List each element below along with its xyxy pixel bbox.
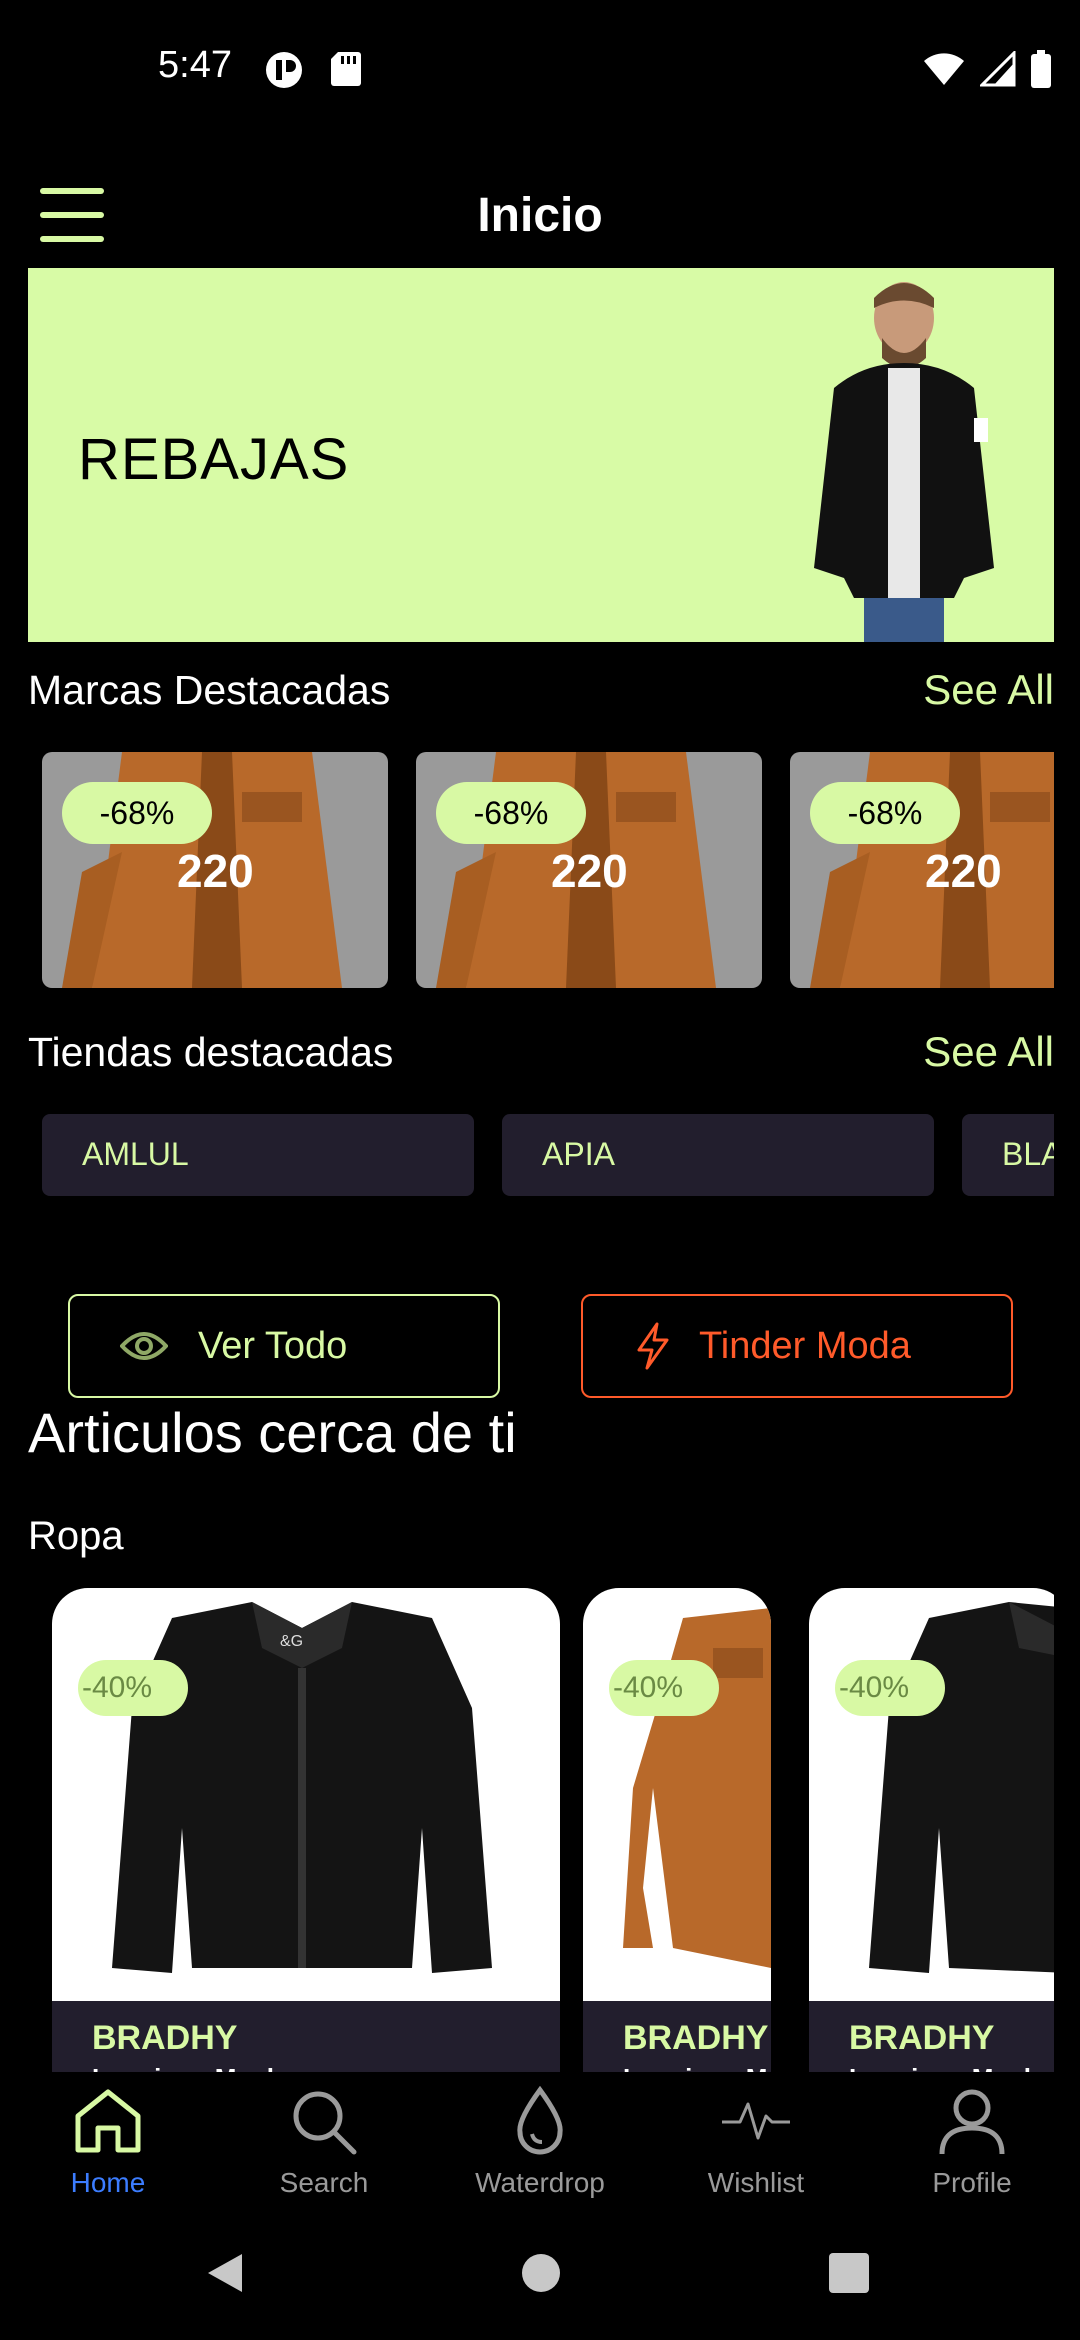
stores-see-all-link[interactable]: See All: [923, 1028, 1054, 1076]
home-circle-icon[interactable]: [520, 2252, 562, 2294]
brands-carousel[interactable]: -68% 220 -68% 220 -68% 220: [28, 752, 1054, 990]
discount-badge: -40%: [609, 1660, 719, 1716]
product-card[interactable]: -40% BRADHY Leggings Mocha: [809, 1588, 1054, 2072]
product-brand: BRADHY: [849, 2019, 995, 2057]
products-carousel[interactable]: &G -40% BRADHY Leggings Mocha -40% BRADH…: [28, 1588, 1054, 2072]
nearby-section-title: Articulos cerca de ti: [28, 1401, 517, 1464]
price-label: 220: [177, 845, 254, 897]
nav-wishlist-label: Wishlist: [707, 2167, 805, 2198]
stores-section-title: Tiendas destacadas: [28, 1028, 394, 1075]
product-name: Leggings Mocha: [92, 2063, 297, 2072]
category-title: Ropa: [28, 1514, 124, 1558]
svg-text:&G: &G: [280, 1633, 303, 1650]
search-icon: [293, 2091, 357, 2155]
store-chip[interactable]: APIA: [502, 1114, 934, 1196]
brands-section-header: Marcas Destacadas See All: [28, 666, 1054, 714]
nav-profile-label: Profile: [932, 2167, 1012, 2198]
nav-search-label: Search: [279, 2167, 369, 2198]
view-all-label: Ver Todo: [198, 1324, 348, 1367]
product-brand: BRADHY: [623, 2019, 769, 2057]
product-info: BRADHY Leggings Mocha: [809, 2001, 1054, 2072]
store-name: BLA: [1002, 1136, 1054, 1172]
system-navigation-bar: [0, 2220, 1080, 2340]
status-icons: [922, 50, 1052, 88]
price-label: 220: [551, 845, 628, 897]
profile-icon: [939, 2089, 1005, 2155]
stores-section-header: Tiendas destacadas See All: [28, 1028, 1054, 1076]
sd-card-icon: [331, 52, 361, 86]
brand-card[interactable]: -68% 220: [42, 752, 388, 988]
nav-home-label: Home: [70, 2167, 146, 2198]
store-name: APIA: [542, 1136, 615, 1172]
nav-search[interactable]: Search: [224, 2086, 424, 2199]
nav-wishlist[interactable]: Wishlist: [656, 2086, 856, 2199]
notification-app-icon: [266, 52, 302, 88]
store-chip[interactable]: AMLUL: [42, 1114, 474, 1196]
product-image: &G: [112, 1602, 492, 1973]
product-card[interactable]: -40% BRADHY Leggings M: [583, 1588, 771, 2072]
product-info: BRADHY Leggings Mocha: [52, 2001, 560, 2072]
product-card[interactable]: &G -40% BRADHY Leggings Mocha: [52, 1588, 560, 2072]
discount-badge: -68%: [810, 782, 960, 844]
status-time: 5:47: [158, 44, 232, 86]
stores-carousel[interactable]: AMLUL APIA BLA: [28, 1114, 1054, 1198]
nav-waterdrop[interactable]: Waterdrop: [440, 2085, 640, 2199]
app-bar: Inicio: [0, 170, 1080, 262]
brands-see-all-link[interactable]: See All: [923, 666, 1054, 714]
price-label: 220: [925, 845, 1002, 897]
product-name: Leggings Mocha: [849, 2063, 1054, 2072]
lightning-icon: [637, 1322, 669, 1370]
view-all-button[interactable]: Ver Todo: [68, 1294, 500, 1398]
product-brand: BRADHY: [92, 2019, 238, 2057]
brand-card[interactable]: -68% 220: [790, 752, 1054, 988]
store-name: AMLUL: [82, 1136, 189, 1172]
nav-home[interactable]: Home: [8, 2086, 208, 2199]
tinder-moda-button[interactable]: Tinder Moda: [581, 1294, 1013, 1398]
product-info: BRADHY Leggings M: [583, 2001, 771, 2072]
wifi-icon: [924, 53, 964, 85]
store-chip[interactable]: BLA: [962, 1114, 1054, 1196]
discount-badge: -68%: [62, 782, 212, 844]
bottom-navigation: Home Search Waterdrop Wishlist Profile: [0, 2072, 1080, 2220]
home-icon: [75, 2089, 141, 2153]
nav-waterdrop-label: Waterdrop: [475, 2167, 605, 2198]
discount-badge: -40%: [78, 1660, 188, 1716]
discount-badge: -40%: [835, 1660, 945, 1716]
sale-banner[interactable]: REBAJAS: [28, 268, 1054, 642]
discount-badge: -68%: [436, 782, 586, 844]
pulse-icon: [722, 2102, 790, 2140]
back-icon[interactable]: [202, 2250, 248, 2296]
nav-profile[interactable]: Profile: [872, 2086, 1072, 2199]
model-image: [814, 282, 994, 642]
brands-section-title: Marcas Destacadas: [28, 666, 391, 713]
banner-text: REBAJAS: [78, 427, 350, 492]
cell-signal-icon: [980, 51, 1016, 87]
eye-icon: [120, 1332, 168, 1360]
battery-icon: [1031, 50, 1051, 88]
waterdrop-icon: [517, 2085, 563, 2155]
tinder-moda-label: Tinder Moda: [699, 1324, 911, 1367]
brand-card[interactable]: -68% 220: [416, 752, 762, 988]
status-bar: 5:47: [0, 0, 1080, 140]
product-image: [869, 1602, 1054, 1973]
recents-icon[interactable]: [828, 2252, 870, 2294]
page-title: Inicio: [477, 189, 603, 242]
product-image: [623, 1608, 771, 1968]
product-name: Leggings M: [623, 2063, 767, 2072]
